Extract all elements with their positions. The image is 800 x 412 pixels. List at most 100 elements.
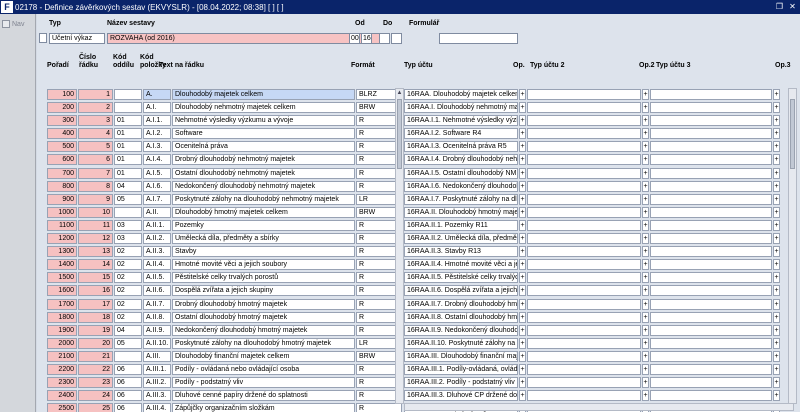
add-icon[interactable]: + (773, 219, 780, 231)
cell-typ-uctu-2[interactable] (527, 233, 641, 245)
left-scrollbar[interactable]: ▲ (395, 88, 404, 404)
cell-text[interactable]: Poskytnuté zálohy na dlouhodobý nehmotný… (172, 193, 355, 205)
cell-text[interactable]: Hmotné movité věci a jejich soubory (172, 259, 355, 271)
cell-poradi[interactable]: 1600 (47, 285, 77, 297)
cell-text[interactable]: Zápůjčky organizačním složkám (172, 403, 355, 412)
cell-polozka[interactable]: A.I.5. (143, 167, 171, 179)
cell-typ-uctu[interactable]: 16RAA.II.3. Stavby R13 (404, 246, 518, 258)
cell-polozka[interactable]: A.I.3. (143, 141, 171, 153)
cell-oddil[interactable]: 03 (114, 233, 142, 245)
table-row[interactable]: 16RAA.II.6. Dospělá zvířata a jejich + + + (404, 284, 789, 297)
add-icon[interactable]: + (519, 272, 526, 284)
add-icon[interactable]: + (773, 337, 780, 349)
cell-cislo[interactable]: 24 (78, 390, 113, 402)
cell-text[interactable]: Nedokončený dlouhodobý nehmotný majetek (172, 180, 355, 192)
table-row[interactable]: 16RAA.I.2. Software R4 + + + (404, 127, 789, 140)
cell-cislo[interactable]: 11 (78, 219, 113, 231)
cell-typ-uctu[interactable]: 16RAA.II.1. Pozemky R11 (404, 219, 518, 231)
cell-polozka[interactable]: A.I.7. (143, 193, 171, 205)
cell-text[interactable]: Nedokončený dlouhodobý hmotný majetek (172, 324, 355, 336)
add-icon[interactable]: + (519, 180, 526, 192)
table-row[interactable]: 1900 19 04 A.II.9. Nedokončený dlouhodobý hm… (47, 324, 402, 337)
add-icon[interactable]: + (773, 233, 780, 245)
cell-cislo[interactable]: 10 (78, 206, 113, 218)
cell-polozka[interactable]: A.II.4. (143, 259, 171, 271)
add-icon[interactable]: + (642, 337, 649, 349)
cell-typ-uctu-3[interactable] (650, 206, 772, 218)
cell-typ-uctu-3[interactable] (650, 298, 772, 310)
cell-typ-uctu-2[interactable] (527, 128, 641, 140)
cell-polozka[interactable]: A.I.1. (143, 115, 171, 127)
add-icon[interactable]: + (642, 272, 649, 284)
add-icon[interactable]: + (642, 377, 649, 389)
cell-typ-uctu-2[interactable] (527, 193, 641, 205)
add-icon[interactable]: + (642, 259, 649, 271)
table-row[interactable]: 100 1 A. Dlouhodobý majetek celkem BLRZ (47, 88, 402, 101)
cell-text[interactable]: Stavby (172, 246, 355, 258)
cell-oddil[interactable] (114, 89, 142, 100)
cell-cislo[interactable]: 12 (78, 233, 113, 245)
cell-poradi[interactable]: 2500 (47, 403, 77, 412)
table-row[interactable]: 16RAA.II.1. Pozemky R11 + + + (404, 219, 789, 232)
add-icon[interactable]: + (642, 154, 649, 166)
add-icon[interactable]: + (773, 89, 780, 100)
table-row[interactable]: 16RAA.II.9. Nedokončený dlouhodobý + + + (404, 324, 789, 337)
cell-typ-uctu-3[interactable] (650, 154, 772, 166)
table-row[interactable]: 1100 11 03 A.II.1. Pozemky R (47, 219, 402, 232)
table-row[interactable]: 2100 21 A.III. Dlouhodobý finanční majetek … (47, 350, 402, 363)
add-icon[interactable]: + (773, 141, 780, 153)
cell-cislo[interactable]: 13 (78, 246, 113, 258)
table-row[interactable]: 500 5 01 A.I.3. Ocenitelná práva R (47, 140, 402, 153)
cell-poradi[interactable]: 600 (47, 154, 77, 166)
cell-typ-uctu[interactable]: 16RAA.III. Dlouhodobý finanční majetek (404, 350, 518, 362)
add-icon[interactable]: + (773, 272, 780, 284)
table-row[interactable]: 16RAA.II.4. Hmotné movité věci a jejich +… (404, 258, 789, 271)
add-icon[interactable]: + (519, 350, 526, 362)
add-icon[interactable]: + (773, 128, 780, 140)
add-icon[interactable]: + (773, 298, 780, 310)
table-row[interactable]: 16RAA.III.1. Podíly-ovládaná, ovládající… (404, 363, 789, 376)
cell-poradi[interactable]: 300 (47, 115, 77, 127)
od-field-1[interactable]: 00 (349, 33, 360, 44)
cell-polozka[interactable]: A.III.3. (143, 390, 171, 402)
add-icon[interactable]: + (773, 206, 780, 218)
cell-oddil[interactable]: 03 (114, 219, 142, 231)
cell-poradi[interactable]: 1700 (47, 298, 77, 310)
table-row[interactable]: 2400 24 06 A.III.3. Dluhové cenné papíry drž… (47, 389, 402, 402)
add-icon[interactable]: + (773, 102, 780, 114)
cell-typ-uctu-3[interactable] (650, 180, 772, 192)
cell-oddil[interactable]: 01 (114, 154, 142, 166)
cell-poradi[interactable]: 1400 (47, 259, 77, 271)
cell-typ-uctu-2[interactable] (527, 246, 641, 258)
add-icon[interactable]: + (519, 128, 526, 140)
cell-text[interactable]: Nehmotné výsledky výzkumu a vývoje (172, 115, 355, 127)
cell-cislo[interactable]: 22 (78, 363, 113, 375)
cell-typ-uctu-3[interactable] (650, 285, 772, 297)
table-row[interactable]: 1700 17 02 A.II.7. Drobný dlouhodobý hmotný … (47, 298, 402, 311)
cell-polozka[interactable]: A.I.2. (143, 128, 171, 140)
add-icon[interactable]: + (773, 193, 780, 205)
table-row[interactable]: 1800 18 02 A.II.8. Ostatní dlouhodobý hmotný… (47, 311, 402, 324)
cell-typ-uctu[interactable]: 16RAA.II. Dlouhodobý hmotný majetek (404, 206, 518, 218)
table-row[interactable]: 1500 15 02 A.II.5. Pěstitelské celky trvalýc… (47, 271, 402, 284)
table-row[interactable]: 700 7 01 A.I.5. Ostatní dlouhodobý nehmotný … (47, 167, 402, 180)
add-icon[interactable]: + (519, 206, 526, 218)
cell-typ-uctu[interactable]: 16RAA.II.4. Hmotné movité věci a jejich (404, 259, 518, 271)
cell-polozka[interactable]: A.II.6. (143, 285, 171, 297)
cell-poradi[interactable]: 1500 (47, 272, 77, 284)
add-icon[interactable]: + (519, 377, 526, 389)
cell-typ-uctu[interactable]: 16RAA.I.5. Ostatní dlouhodobý NM (404, 167, 518, 179)
table-row[interactable]: 2300 23 06 A.III.2. Podíly - podstatný vliv R (47, 376, 402, 389)
cell-poradi[interactable]: 1200 (47, 233, 77, 245)
cell-oddil[interactable]: 02 (114, 246, 142, 258)
add-icon[interactable]: + (519, 390, 526, 402)
cell-oddil[interactable] (114, 102, 142, 114)
cell-typ-uctu-2[interactable] (527, 102, 641, 114)
cell-typ-uctu-2[interactable] (527, 298, 641, 310)
scroll-thumb[interactable] (397, 99, 402, 169)
do-field-2[interactable] (391, 33, 402, 44)
table-row[interactable]: 1600 16 02 A.II.6. Dospělá zvířata a jejich … (47, 284, 402, 297)
add-icon[interactable]: + (519, 259, 526, 271)
table-row[interactable]: 16RAA.I. Dlouhodobý nehmotný majetek+++ (404, 101, 789, 114)
cell-typ-uctu-3[interactable] (650, 311, 772, 323)
